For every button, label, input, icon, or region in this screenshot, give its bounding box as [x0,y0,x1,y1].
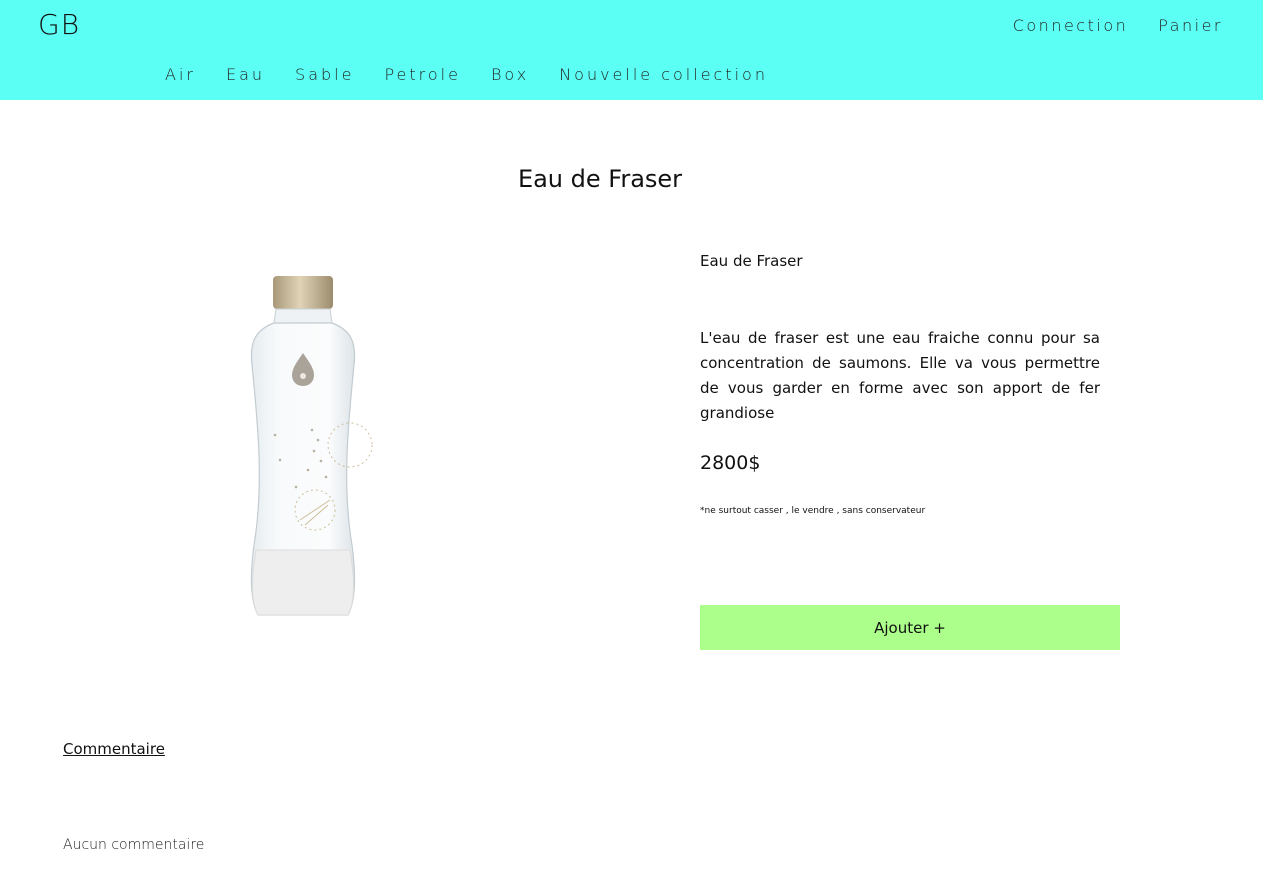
product-description: L'eau de fraser est une eau fraiche conn… [700,329,1100,422]
category-new-collection-link[interactable]: Nouvelle collection [559,65,768,84]
user-nav: Connection Panier [1013,16,1223,35]
category-sable-link[interactable]: Sable [295,65,354,84]
category-nav: Air Eau Sable Petrole Box Nouvelle colle… [165,65,768,84]
category-box-link[interactable]: Box [491,65,529,84]
category-petrole-link[interactable]: Petrole [384,65,461,84]
site-header: GB Connection Panier Air Eau Sable Petro… [0,0,1263,100]
category-air-link[interactable]: Air [165,65,196,84]
product-info: Eau de Fraser L'eau de fraser est une ea… [700,252,1120,650]
comments-title[interactable]: Commentaire [63,740,165,758]
nav-connection-link[interactable]: Connection [1013,16,1129,35]
product-image [200,255,410,630]
product-price: 2800$ [700,452,761,474]
site-logo[interactable]: GB [38,8,80,41]
product-name: Eau de Fraser [700,252,803,270]
product-note: *ne surtout casser , le vendre , sans co… [700,506,926,516]
page-title: Eau de Fraser [517,165,683,193]
add-to-cart-button[interactable]: Ajouter + [700,605,1120,650]
nav-cart-link[interactable]: Panier [1158,16,1223,35]
category-eau-link[interactable]: Eau [226,65,265,84]
glass-bottle-icon [250,276,373,616]
no-comments-text: Aucun commentaire [63,837,205,853]
